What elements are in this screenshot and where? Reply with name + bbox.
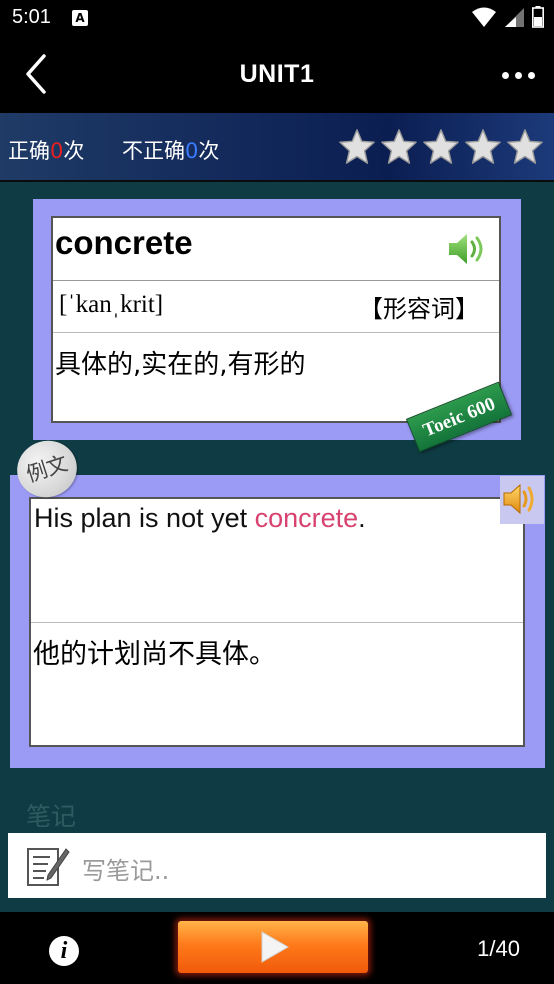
app-bar: UNIT1 — [0, 36, 554, 113]
more-dots-icon — [527, 71, 535, 79]
status-time: 5:01 — [12, 6, 51, 28]
status-bar: 5:01 A — [0, 0, 554, 36]
phonetic-row: [ˈkanˌkrit] 【形容词】 — [53, 281, 499, 333]
notepad-icon — [27, 848, 70, 886]
score-bar: 正确0次 不正确0次 — [0, 113, 554, 182]
page-counter: 1/40 — [477, 936, 520, 961]
play-button[interactable] — [178, 921, 368, 973]
correct-suffix: 次 — [63, 139, 85, 163]
phonetic-text: [ˈkanˌkrit] — [59, 291, 164, 318]
example-english-row: His plan is not yet concrete. — [31, 499, 523, 623]
star-rating[interactable] — [338, 127, 544, 167]
more-dots-icon — [514, 71, 522, 79]
correct-number: 0 — [50, 139, 64, 163]
battery-icon — [532, 6, 544, 28]
example-highlight-word: concrete — [254, 503, 359, 533]
star-icon[interactable] — [380, 127, 418, 167]
star-icon[interactable] — [422, 127, 460, 167]
notes-label: 笔记 — [26, 802, 77, 831]
example-english: His plan is not yet concrete. — [34, 503, 366, 534]
example-card-inner: His plan is not yet concrete. 他的计划尚不具体。 — [29, 497, 525, 747]
star-icon[interactable] — [464, 127, 502, 167]
example-english-end: . — [358, 503, 366, 533]
status-icons — [472, 6, 544, 28]
star-icon[interactable] — [338, 127, 376, 167]
bottom-bar: i 1/40 — [0, 912, 554, 984]
wifi-icon — [472, 7, 496, 27]
part-of-speech: 【形容词】 — [359, 295, 479, 323]
more-dots-icon — [501, 71, 509, 79]
word-card-inner: concrete [ˈkanˌkrit] 【形容词】 具体的,实在的,有形的 — [51, 216, 501, 423]
speaker-icon — [503, 483, 534, 515]
star-icon[interactable] — [506, 127, 544, 167]
word-row: concrete — [53, 218, 499, 281]
vocab-word: concrete — [55, 224, 193, 261]
more-options-button[interactable] — [498, 60, 538, 90]
notes-placeholder: 写笔记.. — [82, 857, 170, 885]
incorrect-label: 不正确 — [122, 139, 185, 163]
example-english-text: His plan is not yet — [34, 503, 255, 533]
incorrect-count: 不正确0次 — [122, 135, 219, 165]
correct-count: 正确0次 — [8, 135, 84, 165]
play-icon — [261, 931, 290, 963]
page-title: UNIT1 — [239, 60, 315, 88]
example-card: His plan is not yet concrete. 他的计划尚不具体。 — [10, 475, 545, 768]
incorrect-suffix: 次 — [198, 139, 220, 163]
speaker-icon[interactable] — [447, 230, 489, 268]
example-chinese: 他的计划尚不具体。 — [33, 639, 276, 670]
example-speaker-button[interactable] — [500, 476, 544, 524]
notes-input[interactable]: 写笔记.. — [8, 833, 546, 898]
signal-icon — [505, 8, 524, 27]
notification-icon: A — [72, 10, 88, 26]
word-meaning: 具体的,实在的,有形的 — [55, 350, 306, 380]
info-button[interactable]: i — [49, 936, 79, 966]
incorrect-number: 0 — [185, 139, 199, 163]
correct-label: 正确 — [8, 139, 50, 163]
